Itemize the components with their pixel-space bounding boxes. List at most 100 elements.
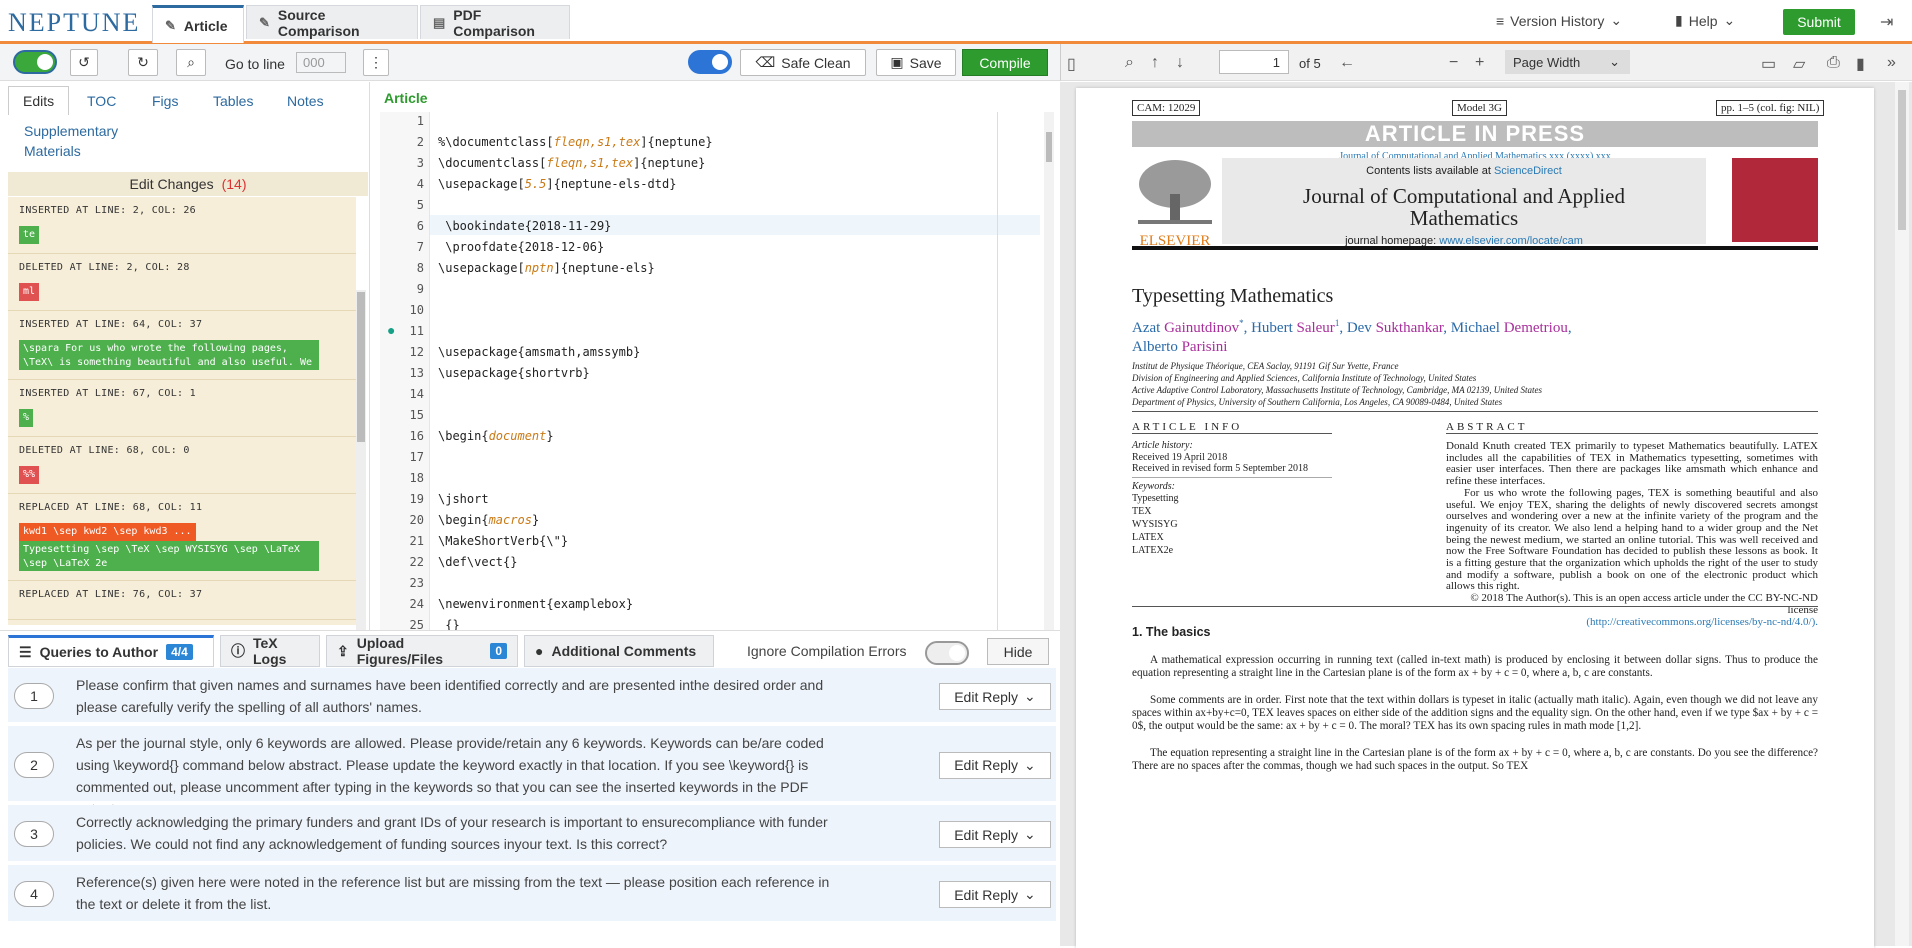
tab-materials[interactable]: Materials — [24, 143, 81, 159]
article-info-heading: ARTICLE INFO — [1132, 421, 1243, 433]
keyword: Typesetting — [1132, 493, 1179, 504]
scroll-thumb[interactable] — [1898, 90, 1906, 230]
tab-article[interactable]: ✎ Article — [152, 5, 244, 43]
keywords-label: Keywords: — [1132, 481, 1175, 492]
search-icon[interactable]: ⌕ — [1125, 54, 1134, 72]
code-line[interactable]: \begin{document} — [438, 429, 554, 443]
safe-clean-button[interactable]: ⌫ Safe Clean — [740, 49, 866, 76]
tab-queries[interactable]: ☰ Queries to Author 4/4 — [8, 635, 214, 667]
bookmark-icon[interactable]: ▮ — [1856, 54, 1865, 74]
goto-line-label: Go to line — [225, 56, 285, 72]
code-line[interactable]: \usepackage{amsmath,amssymb} — [438, 345, 640, 359]
code-line[interactable]: %\documentclass[fleqn,s1,tex]{neptune} — [438, 135, 713, 149]
line-number: 20 — [409, 513, 424, 527]
editor-scrollbar[interactable] — [1044, 112, 1054, 630]
edit-reply-button[interactable]: Edit Reply ⌄ — [939, 881, 1051, 908]
hide-button[interactable]: Hide — [987, 638, 1049, 665]
tab-tables[interactable]: Tables — [213, 93, 253, 109]
edit-reply-label: Edit Reply — [954, 757, 1019, 773]
code-line[interactable]: \usepackage{shortvrb} — [438, 366, 590, 380]
open-file-icon[interactable]: ▱ — [1793, 54, 1805, 74]
goto-line-input[interactable]: 000 — [296, 52, 346, 73]
query-row: 3 Correctly acknowledging the primary fun… — [8, 805, 1056, 863]
query-text: Correctly acknowledging the primary fund… — [76, 814, 828, 852]
tab-source-comparison[interactable]: ✎ Source Comparison — [246, 5, 418, 39]
safe-clean-label: Safe Clean — [781, 54, 851, 71]
tab-supplementary[interactable]: Supplementary — [24, 123, 118, 139]
zoom-in-icon[interactable]: + — [1475, 54, 1484, 72]
next-page-icon[interactable]: ↓ — [1176, 54, 1184, 72]
pdf-scrollbar[interactable] — [1895, 82, 1909, 946]
edit-change-item[interactable]: INSERTED AT LINE: 64, COL: 37 \spara For … — [8, 311, 356, 380]
more-options-icon[interactable]: ⋮ — [363, 49, 389, 76]
edit-change-item[interactable]: REPLACED AT LINE: 76, COL: 37 — [8, 581, 356, 620]
search-icon[interactable]: ⌕ — [176, 49, 206, 76]
previous-page-icon[interactable]: ↑ — [1151, 54, 1159, 72]
tab-pdf-comparison[interactable]: ▤ PDF Comparison — [420, 5, 570, 39]
code-editor[interactable]: Article 1 2 %\documentclass[fleqn,s1,tex]{… — [380, 82, 1055, 632]
zoom-out-icon[interactable]: − — [1449, 54, 1458, 72]
query-number: 4 — [14, 881, 54, 907]
tab-toc[interactable]: TOC — [87, 93, 116, 109]
line-number: 6 — [416, 219, 424, 233]
tab-upload-files[interactable]: ⇪ Upload Figures/Files 0 — [326, 635, 518, 667]
scroll-thumb[interactable] — [357, 292, 365, 442]
tab-label: Upload Figures/Files — [356, 635, 444, 667]
info-icon: ⓘ — [231, 643, 245, 659]
version-history-menu[interactable]: ≡ Version History ⌄ — [1496, 12, 1622, 29]
code-line[interactable]: \bookindate{2018-11-29} — [438, 219, 611, 233]
edit-change-item[interactable]: REPLACED AT LINE: 68, COL: 11 kwd1 \sep k… — [8, 494, 356, 581]
code-line[interactable]: \def\vect{} — [438, 555, 517, 569]
license-link[interactable]: (http://creativecommons.org/licenses/by-… — [1446, 616, 1818, 629]
code-line[interactable]: \begin{macros} — [438, 513, 539, 527]
code-line[interactable]: \documentclass[fleqn,s1,tex]{neptune} — [438, 156, 705, 170]
book-icon: ▮ — [1675, 12, 1683, 28]
presentation-icon[interactable]: ▭ — [1761, 54, 1776, 74]
redo-icon[interactable]: ↻ — [128, 49, 158, 76]
tab-notes[interactable]: Notes — [287, 93, 324, 109]
code-line[interactable]: \MakeShortVerb{\"} — [438, 534, 568, 548]
query-row: 1 Please confirm that given names and sur… — [8, 668, 1056, 724]
code-line[interactable]: \newenvironment{examplebox} — [438, 597, 633, 611]
affiliation: Institut de Physique Théorique, CEA Sacl… — [1132, 361, 1399, 371]
exit-icon[interactable]: ⇥ — [1880, 12, 1893, 32]
line-number: 22 — [409, 555, 424, 569]
save-button[interactable]: ▣ Save — [876, 49, 956, 76]
sciencedirect-link[interactable]: ScienceDirect — [1494, 165, 1562, 177]
safe-clean-toggle[interactable] — [688, 50, 732, 74]
edit-change-item[interactable]: DELETED AT LINE: 68, COL: 0%% — [8, 437, 356, 494]
compile-button[interactable]: Compile — [962, 49, 1048, 76]
edit-reply-button[interactable]: Edit Reply ⌄ — [939, 821, 1051, 848]
back-arrow-icon[interactable]: ← — [1339, 54, 1355, 72]
tab-tex-logs[interactable]: ⓘ TeX Logs — [220, 635, 320, 667]
code-line[interactable]: \jshort — [438, 492, 489, 506]
edit-changes-header: Edit Changes (14) — [8, 172, 368, 196]
sidebar-toggle-icon[interactable]: ▯ — [1067, 54, 1076, 74]
undo-icon[interactable]: ↺ — [70, 49, 98, 76]
print-icon[interactable]: ⎙ — [1827, 54, 1840, 72]
page-number-input[interactable]: 1 — [1219, 50, 1289, 74]
submit-button[interactable]: Submit — [1783, 9, 1855, 35]
track-changes-toggle[interactable] — [13, 50, 57, 74]
chevron-down-icon: ⌄ — [1024, 688, 1036, 704]
edit-reply-button[interactable]: Edit Reply ⌄ — [939, 683, 1051, 710]
tools-icon[interactable]: » — [1887, 54, 1896, 72]
code-line[interactable]: \proofdate{2018-12-06} — [438, 240, 604, 254]
comment-icon[interactable]: ● — [387, 322, 395, 338]
edit-change-item[interactable]: INSERTED AT LINE: 2, COL: 26 te — [8, 197, 356, 254]
keyword: LATEX — [1132, 532, 1164, 543]
ignore-errors-toggle[interactable] — [925, 641, 969, 665]
zoom-select[interactable]: Page Width ⌄ — [1505, 50, 1630, 74]
chevron-down-icon: ⌄ — [1723, 12, 1736, 28]
tab-additional-comments[interactable]: ● Additional Comments — [524, 635, 714, 667]
edit-change-item[interactable]: INSERTED AT LINE: 67, COL: 1% — [8, 380, 356, 437]
scroll-thumb[interactable] — [1046, 132, 1052, 162]
edit-change-item[interactable]: DELETED AT LINE: 2, COL: 28 ml — [8, 254, 356, 311]
edit-reply-button[interactable]: Edit Reply ⌄ — [939, 751, 1051, 779]
tab-label: Queries to Author — [39, 644, 159, 660]
tab-figs[interactable]: Figs — [152, 93, 178, 109]
tab-edits[interactable]: Edits — [8, 86, 70, 115]
help-menu[interactable]: ▮ Help ⌄ — [1675, 12, 1735, 29]
code-line[interactable]: \usepackage[nptn]{neptune-els} — [438, 261, 655, 275]
code-line[interactable]: \usepackage[5.5]{neptune-els-dtd} — [438, 177, 676, 191]
